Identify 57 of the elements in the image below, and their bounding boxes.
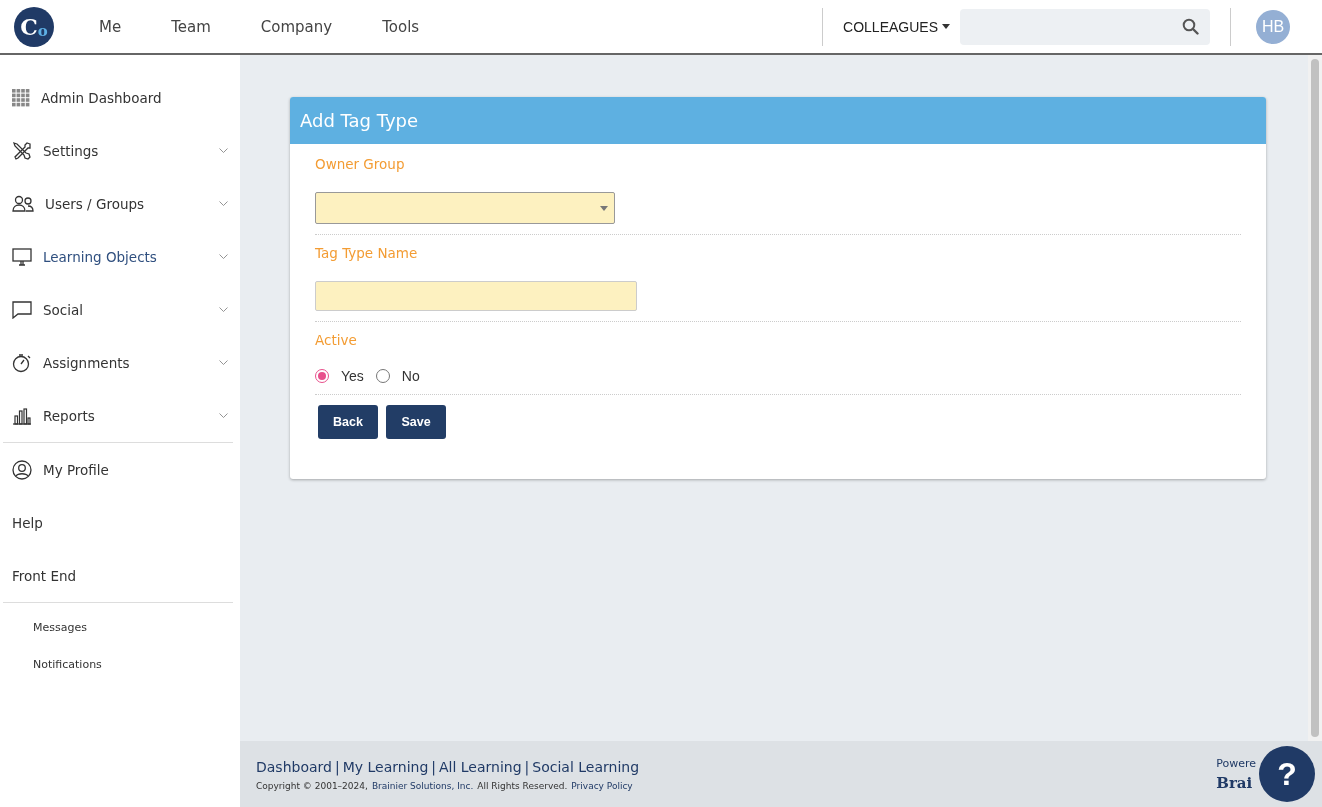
brand-logo: Brai (1216, 774, 1254, 792)
caret-icon (600, 205, 608, 211)
speech-bubble-icon (12, 300, 32, 319)
radio-button[interactable] (315, 369, 329, 383)
caret-icon (942, 24, 950, 29)
footer-link[interactable]: Dashboard (256, 759, 332, 775)
field-label: Active (315, 332, 358, 348)
nav-link[interactable]: Company (260, 17, 333, 36)
radio-label: No (401, 368, 420, 384)
sidebar-item[interactable]: Messages (3, 609, 233, 646)
card-title: Add Tag Type (290, 97, 1266, 144)
search-icon[interactable] (1182, 18, 1199, 35)
footer-link[interactable]: My Learning (342, 759, 429, 775)
form-button[interactable]: Back (318, 405, 378, 439)
vendor-link[interactable]: Brainier Solutions, Inc. (371, 781, 474, 791)
users-icon (12, 194, 34, 213)
sidebar-item[interactable]: Notifications (3, 646, 233, 683)
sidebar-item[interactable]: Learning Objects (3, 230, 233, 283)
grid-icon (12, 88, 30, 107)
colleagues-dropdown[interactable]: COLLEAGUES (823, 18, 960, 35)
link-separator: | (431, 759, 436, 775)
help-button[interactable]: ? (1259, 746, 1315, 802)
sidebar-item[interactable]: Admin Dashboard (3, 71, 233, 124)
footer-link[interactable]: Social Learning (532, 759, 640, 775)
sidebar-item[interactable]: Reports (3, 389, 233, 442)
profile-icon (12, 459, 32, 480)
link-separator: | (524, 759, 530, 775)
field-label: Tag Type Name (315, 245, 419, 261)
footer-link[interactable]: All Learning (439, 759, 522, 775)
sidebar-item[interactable]: Settings (3, 124, 233, 177)
powered-by-text: Powere (1216, 757, 1256, 770)
radio-label: Yes (341, 368, 364, 384)
privacy-link[interactable]: Privacy Policy (571, 781, 633, 791)
nav-link[interactable]: Team (171, 17, 211, 36)
sidebar-item[interactable]: Social (3, 283, 233, 336)
nav-link[interactable]: Tools (382, 17, 420, 36)
tools-icon (12, 140, 32, 161)
sidebar-item[interactable]: Help (3, 496, 233, 549)
radio-button[interactable] (375, 369, 390, 383)
nav-link[interactable]: Me (99, 17, 122, 36)
owner-group-select[interactable] (315, 192, 615, 224)
sidebar-item[interactable]: Front End (3, 549, 233, 602)
sidebar-item[interactable]: Users / Groups (3, 177, 233, 230)
field-label: Owner Group (315, 156, 406, 172)
search-field[interactable] (960, 8, 1210, 45)
monitor-icon (12, 247, 32, 266)
form-button[interactable]: Save (386, 405, 446, 439)
sidebar-item[interactable]: Assignments (3, 336, 233, 389)
rights-text: All Rights Reserved. (477, 781, 568, 791)
logo-icon[interactable]: Co (14, 6, 54, 47)
input-field[interactable] (315, 281, 637, 311)
stopwatch-icon (12, 352, 32, 373)
link-separator: | (334, 759, 340, 775)
copyright-text: Copyright © 2001–2024, (256, 781, 368, 791)
scrollbar[interactable] (1308, 55, 1322, 741)
sidebar-item[interactable]: My Profile (3, 443, 233, 496)
bar-chart-icon (12, 406, 32, 425)
